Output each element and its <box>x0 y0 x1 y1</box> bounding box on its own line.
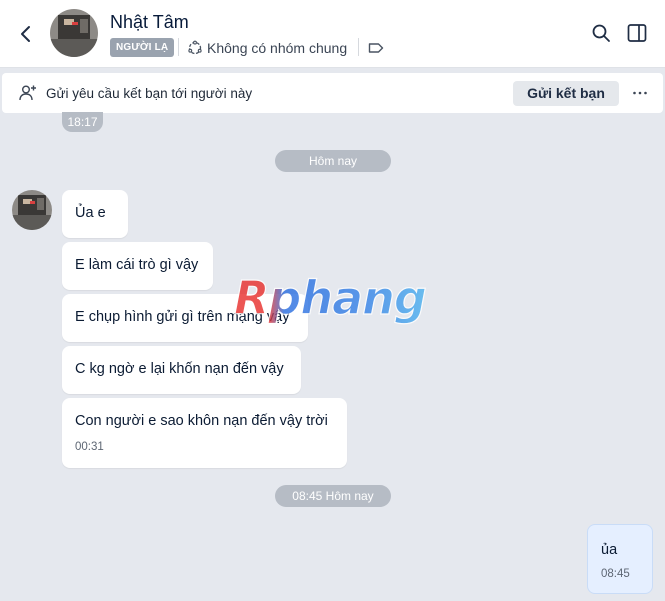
time-divider: 18:17 <box>62 112 103 132</box>
side-panel-icon[interactable] <box>625 21 649 45</box>
contact-name: Nhật Tâm <box>110 12 189 32</box>
stranger-badge: NGƯỜI LẠ <box>110 38 175 57</box>
common-groups-link[interactable]: Không có nhóm chung <box>187 39 347 57</box>
message-text: E chụp hình gửi gì trên mạng vậy <box>75 309 290 325</box>
no-common-group-label: Không có nhóm chung <box>207 40 348 56</box>
chat-header: Nhật Tâm NGƯỜI LẠ Không có nhóm chung <box>0 0 665 68</box>
message-bubble[interactable]: E làm cái trò gì vậy <box>62 242 213 290</box>
sender-avatar[interactable] <box>12 190 52 230</box>
message-time: 08:45 <box>601 568 630 580</box>
friend-request-text: Gửi yêu cầu kết bạn tới người này <box>46 86 253 101</box>
back-arrow-icon[interactable] <box>14 22 38 46</box>
add-user-icon <box>18 83 38 103</box>
my-message-bubble[interactable]: ủa 08:45 <box>587 524 653 594</box>
message-text: Ủa e <box>75 205 106 221</box>
message-bubble[interactable]: C kg ngờ e lại khốn nạn đến vậy <box>62 346 301 394</box>
more-options-icon[interactable] <box>628 82 652 104</box>
tag-icon[interactable] <box>367 39 385 57</box>
message-bubble[interactable]: Ủa e <box>62 190 128 238</box>
time-divider: 08:45 Hôm nay <box>275 485 391 507</box>
avatar[interactable] <box>50 9 98 57</box>
search-icon[interactable] <box>589 21 613 45</box>
message-text: Con người e sao khôn nạn đến vậy trời <box>75 413 328 429</box>
add-friend-button[interactable]: Gửi kết bạn <box>513 81 619 106</box>
friend-request-bar: Gửi yêu cầu kết bạn tới người này Gửi kế… <box>2 73 663 113</box>
message-bubble[interactable]: E chụp hình gửi gì trên mạng vậy <box>62 294 308 342</box>
group-circle-icon <box>188 40 202 55</box>
message-text: ủa <box>601 542 618 558</box>
header-divider <box>358 38 359 56</box>
time-divider: Hôm nay <box>275 150 391 172</box>
message-bubble[interactable]: Con người e sao khôn nạn đến vậy trời 00… <box>62 398 347 468</box>
header-divider <box>178 38 179 56</box>
message-time: 00:31 <box>75 441 104 453</box>
message-text: C kg ngờ e lại khốn nạn đến vậy <box>75 361 284 377</box>
message-text: E làm cái trò gì vậy <box>75 257 199 273</box>
